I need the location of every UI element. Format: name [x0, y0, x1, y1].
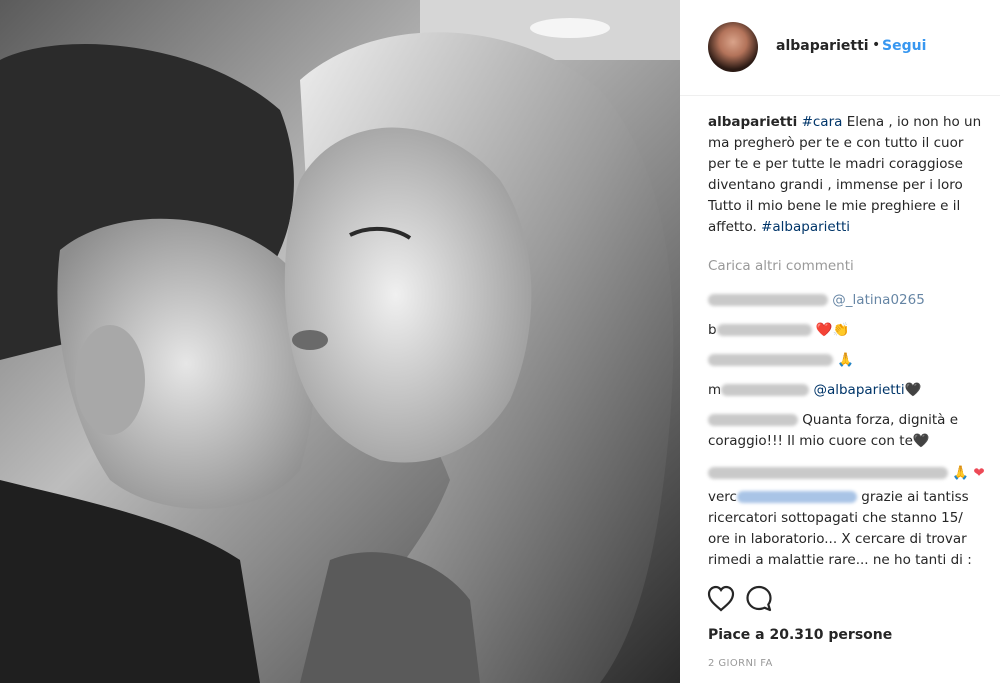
comment-line: coraggio!!! Il mio cuore con te🖤 [708, 433, 930, 449]
post-header: albaparietti • Segui [680, 0, 1000, 96]
caption-text: Elena , io non ho un [842, 114, 982, 130]
comment-icon[interactable] [744, 584, 774, 614]
hashtag-link[interactable]: #albaparietti [761, 219, 850, 235]
caption-line: Tutto il mio bene le mie preghiere e il [708, 198, 961, 214]
blurred-username [721, 384, 810, 396]
mention-link[interactable]: @albaparietti [813, 382, 904, 398]
caption-line: affetto. #albaparietti [708, 217, 1000, 238]
caption-line: ma pregherò per te e con tutto il cuor [708, 135, 964, 151]
caption-username[interactable]: albaparietti [708, 114, 797, 130]
comment-emoji: 🙏 [837, 352, 855, 368]
comment-emoji: ❤️👏 [815, 322, 850, 338]
comment-line: Quanta forza, dignità e [708, 410, 958, 431]
comment-username-prefix: b [708, 322, 717, 338]
avatar[interactable] [708, 22, 758, 72]
comment: Quanta forza, dignità e coraggio!!! Il m… [708, 410, 958, 452]
blurred-username [708, 467, 948, 479]
post-photo[interactable] [0, 0, 680, 683]
separator-dot: • [872, 37, 881, 53]
comment-emoji: 🖤 [904, 382, 922, 398]
photo-illustration [0, 0, 680, 683]
likes-count[interactable]: Piace a 20.310 persone [708, 627, 892, 643]
mention-link[interactable]: @_latina0265 [832, 292, 925, 308]
blurred-username [708, 294, 828, 306]
comment: m @albaparietti🖤 [708, 380, 921, 401]
comment-username-prefix: verc [708, 489, 737, 505]
caption-line: per te e per tutte le madri coraggiose [708, 156, 963, 172]
heart-icon[interactable] [706, 584, 736, 614]
caption-text: affetto. [708, 219, 762, 235]
post-username[interactable]: albaparietti [776, 38, 869, 54]
load-more-comments-link[interactable]: Carica altri commenti [708, 258, 854, 274]
post-caption: albaparietti #cara Elena , io non ho un … [708, 112, 1000, 238]
comment-text: grazie ai tantiss [856, 489, 969, 505]
blurred-username [716, 324, 812, 336]
follow-button[interactable]: Segui [882, 38, 926, 54]
caption-line: albaparietti #cara Elena , io non ho un [708, 112, 1000, 133]
comment: @_latina0265 [708, 290, 925, 311]
comment: verc grazie ai tantiss ricercatori sotto… [708, 487, 972, 571]
comment-line: ricercatori sottopagati che stanno 15/ [708, 510, 963, 526]
blurred-mention [736, 491, 857, 503]
comment: 🙏 ❤ [708, 463, 985, 484]
blurred-username [708, 414, 798, 426]
comment-line: ore in laboratorio... X cercare di trova… [708, 531, 967, 547]
comment-line: verc grazie ai tantiss [708, 487, 972, 508]
comment-emoji: 🙏 ❤ [952, 465, 985, 481]
comment-text: Quanta forza, dignità e [802, 412, 959, 428]
caption-line: diventano grandi , immense per i loro [708, 177, 963, 193]
post-timestamp[interactable]: 2 GIORNI FA [708, 658, 773, 669]
comment-username-prefix: m [708, 382, 722, 398]
comment-line: rimedi a malattie rare... ne ho tanti di… [708, 552, 972, 568]
comment: 🙏 [708, 350, 854, 371]
blurred-username [708, 354, 833, 366]
post-sidebar: albaparietti • Segui albaparietti #cara … [680, 0, 1000, 683]
comment: b ❤️👏 [708, 320, 850, 341]
hashtag-link[interactable]: #cara [802, 114, 843, 130]
